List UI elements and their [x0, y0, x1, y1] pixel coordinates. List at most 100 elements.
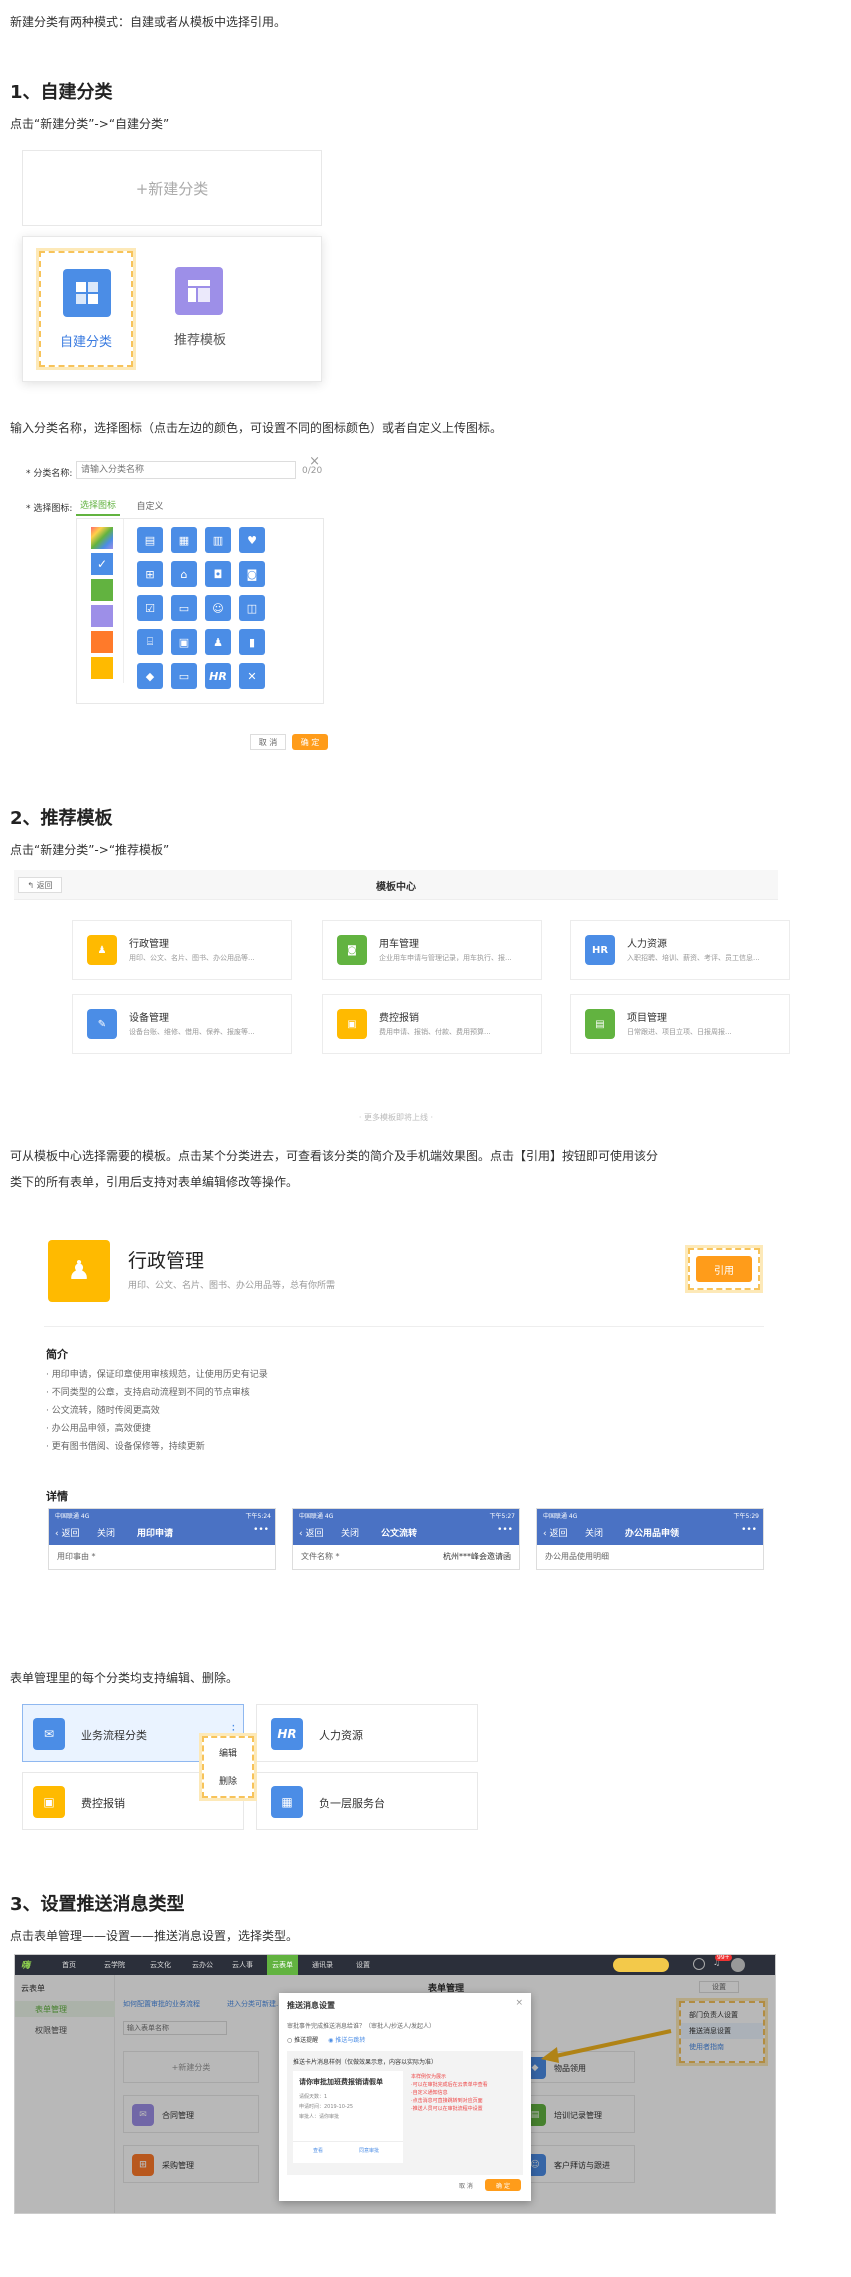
template-card[interactable]: ▤ 项目管理 日常跟进、项目立项、日报周报... — [570, 994, 790, 1054]
close-icon[interactable]: × — [515, 1998, 523, 2008]
form-icon[interactable]: ▥ — [205, 527, 231, 553]
store-icon[interactable]: ⌂ — [171, 561, 197, 587]
cube-icon[interactable]: ◆ — [137, 663, 163, 689]
color-swatch-orange[interactable] — [91, 631, 113, 653]
phone-preview: 中国联通 4G 下午5:24 ‹ 返回 关闭 用印申请 ••• 用印事由 * — [48, 1508, 276, 1570]
hr-icon[interactable]: HR — [205, 663, 231, 689]
bag-icon[interactable]: ◘ — [205, 561, 231, 587]
calendar-icon[interactable]: ▦ — [171, 527, 197, 553]
phone-close[interactable]: 关闭 — [341, 1526, 359, 1539]
intro-text: 新建分类有两种模式：自建或者从模板中选择引用。 — [10, 15, 287, 29]
monitor-icon[interactable]: ▭ — [171, 663, 197, 689]
template-name: 费控报销 — [379, 1013, 419, 1024]
template-icon: ▣ — [337, 1009, 367, 1039]
phone-close[interactable]: 关闭 — [97, 1526, 115, 1539]
nav-item[interactable]: 云办公 — [187, 1955, 218, 1975]
avatar[interactable] — [731, 1958, 745, 1972]
template-center: ↰ 返回 模板中心 ♟ 行政管理 用印、公文、名片、图书、办公用品等... ◙ 用… — [14, 870, 790, 1134]
recommended-option[interactable]: 推荐模板 — [153, 251, 247, 367]
phone-title: 用印申请 — [137, 1529, 174, 1539]
template-card[interactable]: HR 人力资源 入职招聘、培训、薪资、考评、员工信息... — [570, 920, 790, 980]
sample-view-button[interactable]: 查看 — [313, 2147, 323, 2154]
template-desc: 设备台账、维修、借用、保养、报废等... — [129, 1028, 255, 1036]
template-card[interactable]: ◙ 用车管理 企业用车申请与管理记录，用车执行、报... — [322, 920, 542, 980]
section-1-step: 点击“新建分类”->“自建分类” — [10, 117, 170, 131]
id-card-icon[interactable]: ▭ — [171, 595, 197, 621]
template-icon: ◙ — [337, 935, 367, 965]
color-spectrum-swatch[interactable] — [91, 527, 113, 549]
intro-item: · 更有图书借阅、设备保修等，持续更新 — [46, 1442, 205, 1452]
contact-icon[interactable]: ☺ — [205, 595, 231, 621]
tools-icon[interactable]: ✕ — [239, 663, 265, 689]
new-category-label: +新建分类 — [135, 179, 209, 198]
phone-more-icon[interactable]: ••• — [253, 1525, 269, 1535]
nav-item[interactable]: 设置 — [351, 1955, 375, 1975]
cite-button[interactable]: 引用 — [696, 1256, 752, 1282]
sample-notes: 本样例仅为展示 ·可以在审批完成后在云表单中查看 ·自定义通知信息 ·点击消息可… — [411, 2074, 488, 2112]
section-2-desc-2: 类下的所有表单，引用后支持对表单编辑修改等操作。 — [10, 1175, 299, 1189]
category-card-hr[interactable]: HR 人力资源 — [256, 1704, 478, 1762]
new-category-button[interactable]: +新建分类 — [22, 150, 322, 226]
category-name-input[interactable] — [76, 461, 296, 479]
color-swatch-green[interactable] — [91, 579, 113, 601]
tab-custom[interactable]: 自定义 — [128, 494, 172, 516]
intro-item: · 不同类型的公章，支持启动流程到不同的节点审核 — [46, 1388, 250, 1398]
building-icon[interactable]: ▣ — [171, 629, 197, 655]
template-name: 项目管理 — [627, 1013, 667, 1024]
edit-menu: 编辑 删除 — [202, 1736, 254, 1798]
color-swatch-yellow[interactable] — [91, 657, 113, 679]
bank-icon[interactable]: ⌸ — [137, 629, 163, 655]
delete-menu-item[interactable]: 删除 — [204, 1766, 252, 1794]
nav-item[interactable]: 云人事 — [227, 1955, 258, 1975]
doc-icon[interactable]: ▤ — [137, 527, 163, 553]
recommended-label: 推荐模板 — [173, 333, 226, 348]
section-3-step: 点击表单管理——设置——推送消息设置，选择类型。 — [10, 1929, 299, 1943]
edit-menu-item[interactable]: 编辑 — [204, 1738, 252, 1766]
template-card[interactable]: ▣ 费控报销 费用申请、报销、付款、费用预算... — [322, 994, 542, 1054]
more-templates: · 更多模板即将上线 · — [358, 1113, 434, 1122]
banner-badge[interactable] — [613, 1958, 669, 1972]
phone-more-icon[interactable]: ••• — [497, 1525, 513, 1535]
phone-back[interactable]: ‹ 返回 — [543, 1526, 567, 1539]
phone-back[interactable]: ‹ 返回 — [55, 1526, 79, 1539]
heart-icon[interactable]: ♥ — [239, 527, 265, 553]
phone-back-label: 返回 — [305, 1529, 324, 1539]
nav-item[interactable]: 云文化 — [145, 1955, 176, 1975]
cart-icon[interactable]: ⊞ — [137, 561, 163, 587]
help-icon[interactable] — [693, 1958, 705, 1970]
template-icon — [175, 267, 223, 315]
phone-back[interactable]: ‹ 返回 — [299, 1526, 323, 1539]
dialog-cancel-button[interactable]: 取 消 — [459, 2181, 473, 2190]
template-card[interactable]: ✎ 设备管理 设备台账、维修、借用、保养、报废等... — [72, 994, 292, 1054]
nav-item[interactable]: 云学院 — [99, 1955, 130, 1975]
template-card[interactable]: ♟ 行政管理 用印、公文、名片、图书、办公用品等... — [72, 920, 292, 980]
tab-select-icon[interactable]: 选择图标 — [76, 494, 120, 516]
form-cancel-button[interactable]: 取 消 — [250, 734, 286, 750]
color-swatch-blue[interactable]: ✓ — [91, 553, 113, 575]
check-icon[interactable]: ☑ — [137, 595, 163, 621]
color-swatch-purple[interactable] — [91, 605, 113, 627]
phone-close[interactable]: 关闭 — [585, 1526, 603, 1539]
template-desc: 企业用车申请与管理记录，用车执行、报... — [379, 954, 512, 962]
box-icon[interactable]: ◫ — [239, 595, 265, 621]
template-desc: 日常跟进、项目立项、日报周报... — [627, 1028, 732, 1036]
phone-header: 中国联通 4G 下午5:29 ‹ 返回 关闭 办公用品申领 ••• — [537, 1509, 763, 1545]
nav-item[interactable]: 通讯录 — [307, 1955, 338, 1975]
section-2-step: 点击“新建分类”->“推荐模板” — [10, 843, 170, 857]
radio-push-jump[interactable]: ◉ 推送与跳转 — [328, 2035, 365, 2044]
dialog-ok-button[interactable]: 确 定 — [485, 2179, 521, 2191]
radio-push-remind[interactable]: ○ 推送提醒 — [287, 2035, 318, 2044]
top-nav: 嗨 首页 云学院 云文化 云办公 云人事 云表单 通讯录 设置 ♫ 99+ — [15, 1955, 775, 1975]
phone-more-icon[interactable]: ••• — [741, 1525, 757, 1535]
nav-item[interactable]: 首页 — [57, 1955, 81, 1975]
nav-item[interactable]: 云表单 — [267, 1955, 298, 1975]
self-built-option[interactable]: 自建分类 — [39, 251, 133, 367]
dialog-title: 推送消息设置 — [287, 2001, 335, 2010]
category-form: × * 分类名称: 0/20 * 选择图标: 选择图标 自定义 ✓ ▤ ▦ ▥ … — [10, 454, 340, 762]
team-icon[interactable]: ♟ — [205, 629, 231, 655]
chart-icon[interactable]: ▮ — [239, 629, 265, 655]
category-card-service-desk[interactable]: ▦ 负一层服务台 — [256, 1772, 478, 1830]
form-ok-button[interactable]: 确 定 — [292, 734, 328, 750]
sample-approve-button[interactable]: 同意审批 — [359, 2147, 379, 2154]
car-icon[interactable]: ◙ — [239, 561, 265, 587]
